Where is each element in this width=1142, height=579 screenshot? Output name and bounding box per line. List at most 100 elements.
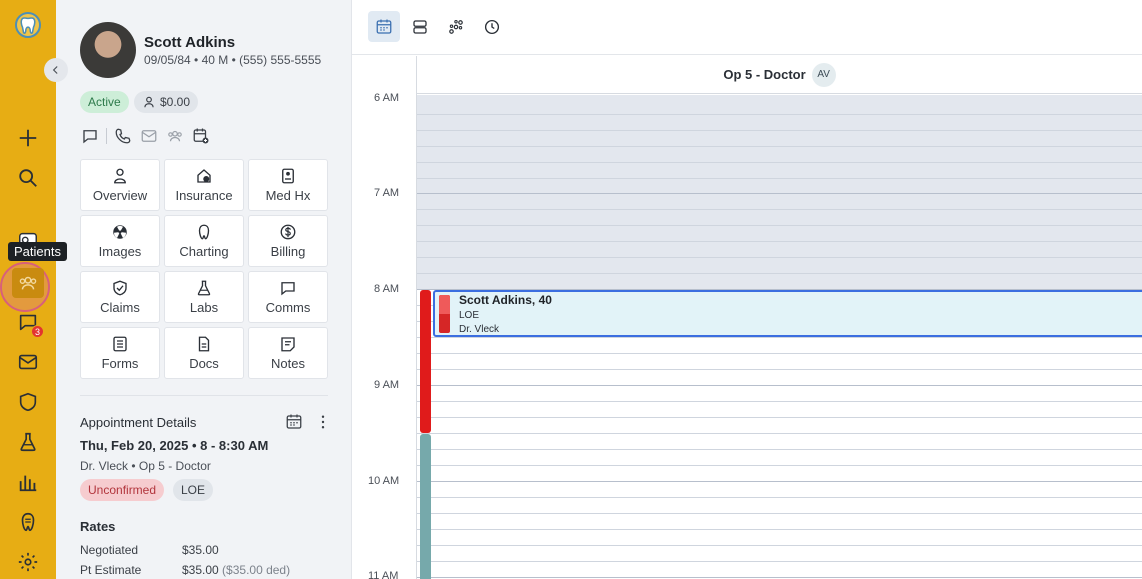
patients-icon[interactable] [14, 269, 42, 297]
tile-labs[interactable]: Labs [164, 271, 244, 323]
list-view-button[interactable] [404, 11, 436, 42]
chevron-left-icon [52, 66, 58, 74]
appointment-status-chip[interactable]: Unconfirmed [80, 479, 165, 501]
add-appointment-icon[interactable] [191, 126, 211, 146]
tile-comms[interactable]: Comms [248, 271, 328, 323]
more-options-icon[interactable] [314, 413, 332, 436]
schedule-toolbar [352, 0, 1142, 55]
tooth-icon [198, 224, 210, 240]
balance-badge[interactable]: $0.00 [134, 91, 199, 113]
search-icon[interactable] [14, 164, 42, 192]
tile-label: Notes [271, 356, 305, 371]
grid-line [417, 114, 1142, 115]
rate-value: $35.00 [182, 563, 219, 577]
tile-notes[interactable]: Notes [248, 327, 328, 379]
history-button[interactable] [476, 11, 508, 42]
medhx-icon [282, 168, 294, 184]
patient-nav-grid: Overview Insurance Med Hx Images Chartin… [80, 159, 328, 379]
grid-line [417, 465, 1142, 466]
time-label: 10 AM [368, 475, 400, 487]
grid-line [417, 178, 1142, 179]
flow-view-button[interactable] [440, 11, 472, 42]
operatory-name: Op 5 - Doctor [723, 67, 806, 82]
grid-line [417, 241, 1142, 242]
tile-label: Overview [92, 188, 148, 203]
grid-line [417, 561, 1142, 562]
tile-overview[interactable]: Overview [80, 159, 160, 211]
grid-line [417, 162, 1142, 163]
tile-billing[interactable]: Billing [248, 215, 328, 267]
tile-claims[interactable]: Claims [80, 271, 160, 323]
balance-value: $0.00 [160, 95, 191, 109]
logo-icon[interactable] [15, 12, 41, 38]
mail-icon[interactable] [139, 126, 159, 146]
clock-icon [484, 19, 500, 34]
person-icon [114, 168, 126, 184]
grid-line [417, 545, 1142, 546]
provider-block-available[interactable] [420, 434, 431, 579]
provider-avatar: AV [811, 62, 836, 87]
insurance-icon [197, 169, 211, 183]
tile-label: Forms [101, 356, 139, 371]
appointment-card[interactable]: Scott Adkins, 40 LOE Dr. Vleck [433, 290, 1142, 337]
rate-value: $35.00 [182, 543, 219, 557]
provider-block-unconfirmed[interactable] [420, 290, 431, 433]
tile-label: Billing [270, 244, 306, 259]
grid-line [417, 193, 1142, 194]
tile-label: Insurance [175, 188, 233, 203]
grid-line [417, 130, 1142, 131]
appointment-type-chip: LOE [173, 479, 214, 501]
grid-line [417, 481, 1142, 482]
grid-line [417, 369, 1142, 370]
section-divider [80, 395, 328, 396]
family-icon[interactable] [165, 126, 185, 146]
patient-name[interactable]: Scott Adkins [144, 34, 235, 51]
phone-icon[interactable] [113, 126, 133, 146]
tile-forms[interactable]: Forms [80, 327, 160, 379]
calendar-icon[interactable] [285, 413, 303, 436]
time-gutter: 6 AM 7 AM 8 AM 9 AM 10 AM 11 AM [352, 56, 417, 579]
collapse-panel-button[interactable] [44, 58, 68, 82]
time-label: 8 AM [374, 283, 400, 295]
flask-icon [197, 280, 211, 296]
appointment-type: LOE [459, 310, 480, 321]
appointment-patient: Scott Adkins, 40 [459, 293, 552, 307]
schedule-grid[interactable]: Scott Adkins, 40 LOE Dr. Vleck [417, 95, 1142, 579]
tile-label: Labs [189, 300, 219, 315]
plus-icon[interactable] [14, 124, 42, 152]
schedule-view: 6 AM 7 AM 8 AM 9 AM 10 AM 11 AM Op 5 - D… [352, 0, 1142, 579]
rate-row: Pt Estimate $35.00 ($35.00 ded) [80, 563, 290, 577]
rates-heading: Rates [80, 519, 116, 534]
time-label: 9 AM [374, 379, 400, 391]
chat-icon[interactable] [80, 126, 100, 146]
appointment-details-heading: Appointment Details [80, 415, 197, 430]
grid-line [417, 433, 1142, 434]
operatory-column-header[interactable]: Op 5 - Doctor AV [417, 56, 1142, 94]
grid-line [417, 497, 1142, 498]
grid-line [417, 513, 1142, 514]
labs-icon[interactable] [14, 428, 42, 456]
tile-docs[interactable]: Docs [164, 327, 244, 379]
grid-line [417, 146, 1142, 147]
patient-avatar [80, 22, 136, 78]
grid-line [417, 225, 1142, 226]
nodes-icon [449, 19, 463, 34]
mail-icon[interactable] [14, 348, 42, 376]
shield-check-icon [113, 280, 127, 296]
reports-icon[interactable] [14, 468, 42, 496]
rate-deductible: ($35.00 ded) [222, 563, 291, 577]
grid-line [417, 449, 1142, 450]
tile-insurance[interactable]: Insurance [164, 159, 244, 211]
tooth-icon[interactable] [14, 508, 42, 536]
tile-images[interactable]: Images [80, 215, 160, 267]
settings-icon[interactable] [14, 548, 42, 576]
tile-med-hx[interactable]: Med Hx [248, 159, 328, 211]
calendar-icon [376, 19, 392, 34]
grid-line [417, 353, 1142, 354]
grid-line [417, 529, 1142, 530]
day-view-button[interactable] [368, 11, 400, 42]
doc-icon [198, 336, 210, 352]
tile-charting[interactable]: Charting [164, 215, 244, 267]
shield-icon[interactable] [14, 388, 42, 416]
radiation-icon [113, 225, 127, 239]
